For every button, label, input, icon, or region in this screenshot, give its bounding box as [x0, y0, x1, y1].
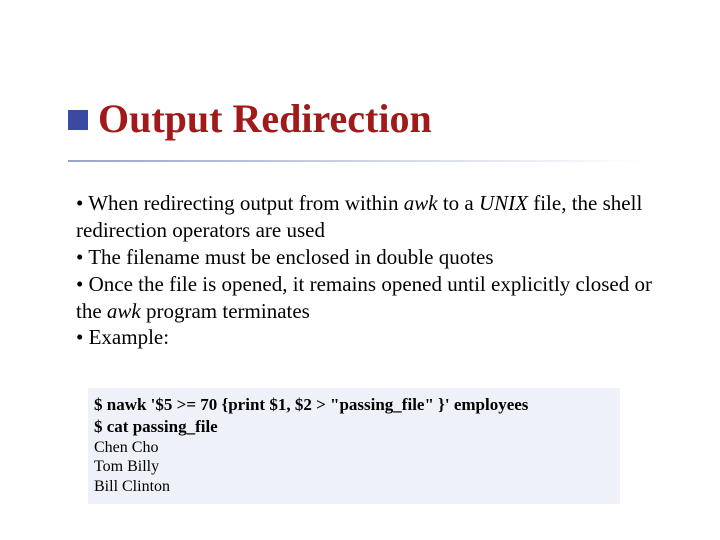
bullet-2-text: The filename must be enclosed in double …	[88, 245, 493, 269]
title-underline	[68, 160, 648, 162]
code-line-1: $ nawk '$5 >= 70 {print $1, $2 > "passin…	[94, 394, 614, 416]
body-text: • When redirecting output from within aw…	[76, 190, 680, 351]
bullet-4: • Example:	[76, 324, 680, 351]
slide: Output Redirection • When redirecting ou…	[0, 0, 720, 540]
code-example-box: $ nawk '$5 >= 70 {print $1, $2 > "passin…	[88, 388, 620, 504]
bullet-1: • When redirecting output from within aw…	[76, 190, 680, 244]
title-bullet-square	[68, 110, 88, 130]
output-line-2: Tom Billy	[94, 457, 614, 477]
title-row: Output Redirection	[68, 98, 680, 140]
bullet-1-awk: awk	[404, 191, 438, 215]
bullet-3-post: program terminates	[141, 299, 310, 323]
bullet-1-unix: UNIX	[479, 191, 528, 215]
bullet-3-awk: awk	[107, 299, 141, 323]
output-line-1: Chen Cho	[94, 438, 614, 458]
bullet-4-text: Example:	[89, 325, 169, 349]
bullet-3: • Once the file is opened, it remains op…	[76, 271, 680, 325]
bullet-1-pre: When redirecting output from within	[88, 191, 404, 215]
bullet-1-mid: to a	[438, 191, 479, 215]
output-line-3: Bill Clinton	[94, 477, 614, 497]
code-line-2: $ cat passing_file	[94, 416, 614, 438]
slide-title: Output Redirection	[98, 98, 432, 140]
bullet-2: • The filename must be enclosed in doubl…	[76, 244, 680, 271]
